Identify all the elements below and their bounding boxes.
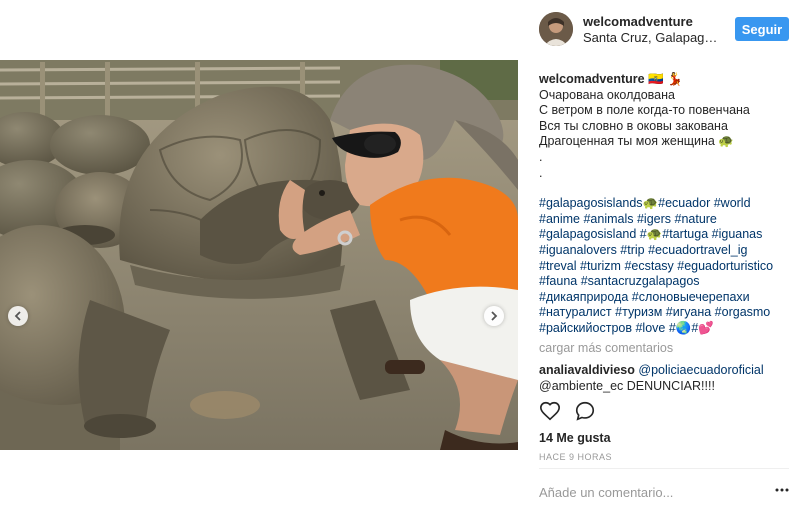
follow-button[interactable]: Seguir: [735, 17, 789, 41]
header-username[interactable]: welcomadventure: [583, 14, 693, 29]
tortoise-kiss-image: [0, 60, 518, 450]
carousel-next-button[interactable]: [484, 306, 504, 326]
hashtag-line[interactable]: #iguanalovers #trip #ecuadortravel_ig: [539, 243, 794, 259]
caption-emojis: 🇪🇨 💃: [648, 72, 683, 86]
avatar[interactable]: [539, 12, 573, 46]
post-photo[interactable]: [0, 60, 518, 450]
speech-bubble-icon[interactable]: [574, 400, 596, 422]
hashtag-line[interactable]: #fauna #santacruzgalapagos: [539, 274, 794, 290]
caption-username[interactable]: welcomadventure: [539, 72, 645, 86]
hashtag-line[interactable]: #galapagosisland #🐢#tartuga #iguanas: [539, 227, 794, 243]
post-actions: [539, 400, 789, 426]
caption-line: С ветром в поле когда-то повенчана: [539, 103, 750, 118]
hashtag-line[interactable]: #anime #animals #igers #nature: [539, 212, 794, 228]
heart-icon[interactable]: [539, 400, 561, 422]
comment-item: analiavaldivieso @policiaecuadoroficial …: [539, 363, 794, 394]
post-timestamp[interactable]: HACE 9 HORAS: [539, 452, 612, 462]
likes-count[interactable]: 14 Me gusta: [539, 431, 611, 445]
load-more-comments-link[interactable]: cargar más comentarios: [539, 341, 794, 357]
hashtag-line[interactable]: #galapagosislands🐢#ecuador #world: [539, 196, 794, 212]
chevron-left-icon: [14, 311, 21, 321]
hashtag-line[interactable]: #treval #turizm #ecstasy #eguadorturisti…: [539, 259, 794, 275]
caption-line: .: [539, 149, 543, 164]
hashtag-line[interactable]: #райскийостров #love #🌏#💕: [539, 321, 794, 337]
hashtag-line[interactable]: #дикаяприрода #слоновыечерепахи: [539, 290, 794, 306]
ellipsis-icon[interactable]: [775, 488, 789, 492]
caption-line: Очарована околдована: [539, 87, 675, 102]
comment-mention[interactable]: @policiaecuadoroficial: [638, 363, 763, 377]
carousel-prev-button[interactable]: [8, 306, 28, 326]
hashtag-block: #galapagosislands🐢#ecuador #world #anime…: [539, 196, 794, 336]
caption-line: Вся ты словно в оковы закована: [539, 118, 728, 133]
comments-area: welcomadventure 🇪🇨 💃 Очарована околдован…: [539, 72, 794, 394]
caption-line: Драгоценная ты моя женщина 🐢: [539, 134, 734, 149]
add-comment-input[interactable]: [539, 485, 764, 500]
hashtag-line[interactable]: #натуралист #туризм #игуана #orgasmo: [539, 305, 794, 321]
header-location[interactable]: Santa Cruz, Galapagos Islands: [583, 30, 723, 45]
post-header: welcomadventure Santa Cruz, Galapagos Is…: [519, 0, 800, 60]
instagram-post: welcomadventure Santa Cruz, Galapagos Is…: [0, 0, 800, 510]
comment-text: @ambiente_ec DENUNCIAR!!!!: [539, 378, 715, 393]
comment-username[interactable]: analiavaldivieso: [539, 363, 635, 377]
divider: [539, 468, 789, 469]
avatar-image: [539, 12, 573, 46]
caption-first-line: welcomadventure 🇪🇨 💃: [539, 72, 794, 88]
chevron-right-icon: [491, 311, 498, 321]
caption-line: .: [539, 165, 543, 180]
